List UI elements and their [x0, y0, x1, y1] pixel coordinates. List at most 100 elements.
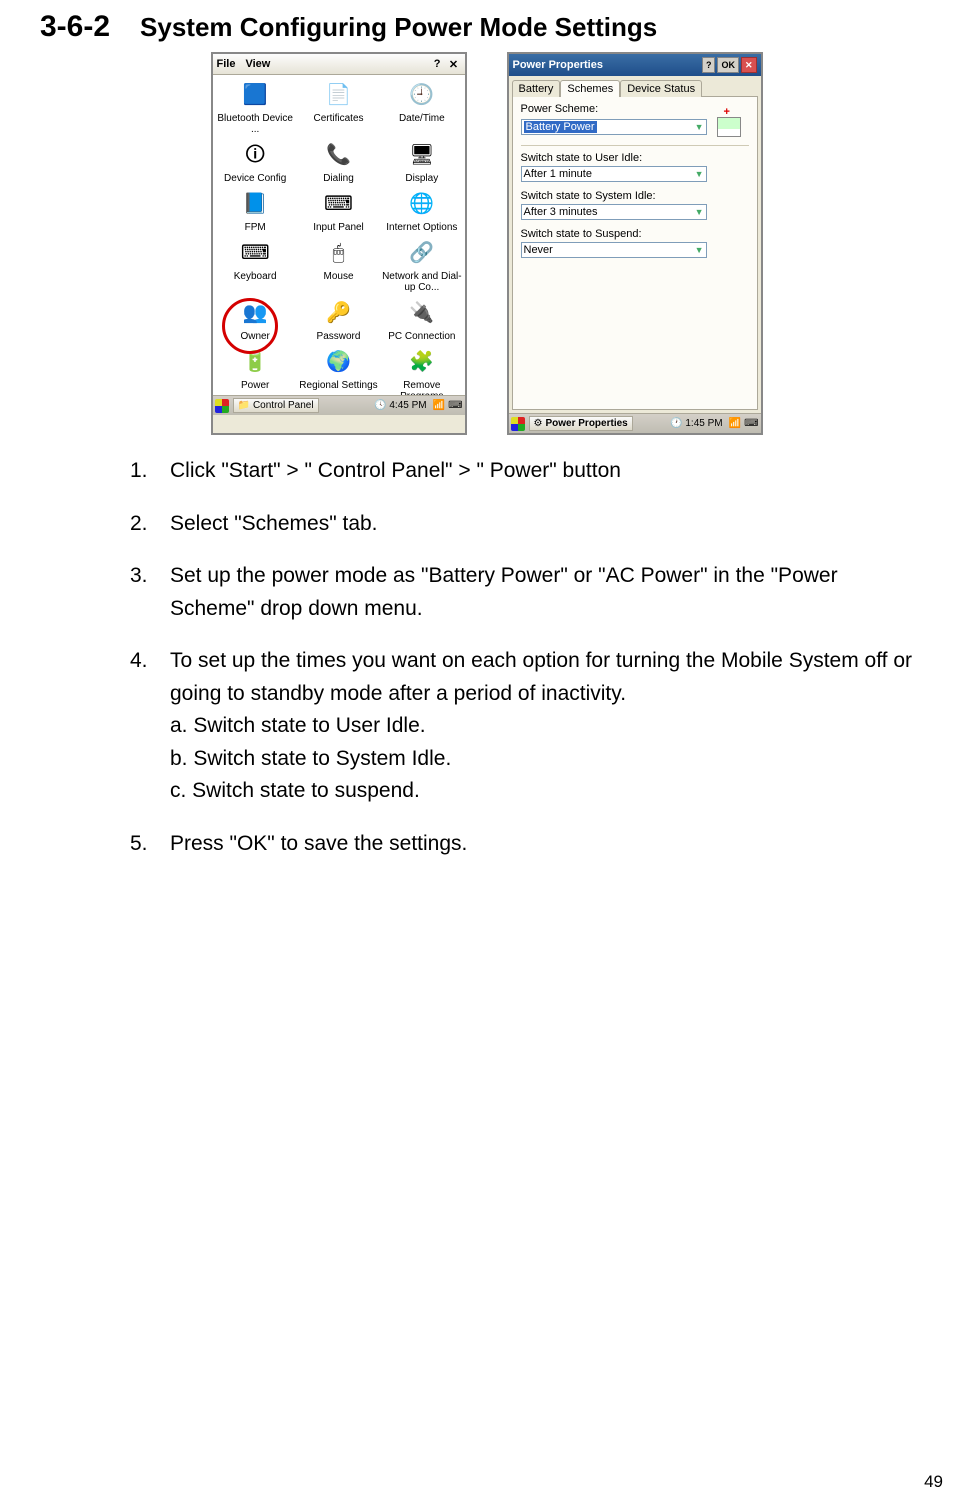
step-text: Select "Schemes" tab.	[170, 508, 913, 541]
help-button[interactable]: ?	[702, 57, 716, 73]
cp-item-datetime[interactable]: 🕘 Date/Time	[381, 79, 462, 135]
globe-icon: 🌐	[406, 188, 438, 220]
fpm-icon: 📘	[239, 188, 271, 220]
section-number: 3-6-2	[40, 10, 110, 44]
menu-view[interactable]: View	[245, 58, 270, 70]
globe-icon: 🌍	[322, 346, 354, 378]
mouse-icon: 🖱	[322, 237, 354, 269]
cp-item-power[interactable]: 🔋 Power	[215, 346, 296, 395]
taskbar-app[interactable]: 📁 Control Panel	[233, 398, 319, 413]
taskbar-app[interactable]: ⚙ Power Properties	[529, 416, 633, 431]
bluetooth-icon: 🟦	[239, 79, 271, 111]
cp-label: Display	[405, 173, 438, 184]
cp-label: Owner	[240, 331, 269, 342]
programs-icon: 🧩	[406, 346, 438, 378]
close-button[interactable]: ✕	[741, 57, 757, 73]
display-icon: 🖥	[406, 139, 438, 171]
cp-item-certificates[interactable]: 📄Certificates	[298, 79, 379, 135]
close-icon[interactable]: ✕	[447, 57, 461, 71]
battery-icon	[717, 117, 741, 137]
cp-item-pcconn[interactable]: 🔌PC Connection	[381, 297, 462, 342]
system-idle-value: After 3 minutes	[524, 206, 598, 218]
cp-label: Mouse	[323, 271, 353, 282]
system-idle-select[interactable]: After 3 minutes ▼	[521, 204, 707, 220]
step-sub-b: b. Switch state to System Idle.	[170, 743, 913, 776]
ok-button[interactable]: OK	[717, 57, 739, 73]
cp-label: Remove Programs	[381, 380, 462, 395]
menu-file[interactable]: File	[217, 58, 236, 70]
users-icon: 👥	[239, 297, 271, 329]
clock-icon: 🕘	[406, 79, 438, 111]
tray-icon[interactable]: 📶	[729, 418, 741, 429]
taskbar-app-label: Power Properties	[545, 418, 627, 429]
start-button[interactable]	[511, 417, 525, 431]
clock-text: 1:45 PM	[685, 418, 722, 429]
instruction-list: 1.Click "Start" > " Control Panel" > " P…	[40, 455, 933, 860]
start-button[interactable]	[215, 399, 229, 413]
system-tray: 📶⌨	[729, 418, 759, 429]
step-sub-c: c. Switch state to suspend.	[170, 775, 913, 808]
tab-battery[interactable]: Battery	[512, 80, 561, 97]
tray-icon[interactable]: ⌨	[744, 418, 758, 429]
phone-icon: 📞	[322, 139, 354, 171]
network-icon: 🔗	[406, 237, 438, 269]
cp-item-keyboard[interactable]: ⌨Keyboard	[215, 237, 296, 293]
taskbar-clock: 🕓 4:45 PM	[372, 400, 428, 411]
cp-item-internet[interactable]: 🌐 Internet Options	[381, 188, 462, 233]
cp-item-remove[interactable]: 🧩 Remove Programs	[381, 346, 462, 395]
step-number: 4.	[130, 645, 170, 808]
cp-item-bluetooth[interactable]: 🟦Bluetooth Device ...	[215, 79, 296, 135]
power-scheme-value: Battery Power	[524, 121, 597, 133]
step-text: Click "Start" > " Control Panel" > " Pow…	[170, 455, 913, 488]
chevron-down-icon: ▼	[695, 122, 704, 132]
help-icon[interactable]: ?	[434, 58, 441, 70]
control-panel-screenshot: File View ? ✕ 🟦Bluetooth Device ... 📄Cer…	[211, 52, 467, 435]
cp-label: Password	[317, 331, 361, 342]
keyboard-icon: ⌨	[239, 237, 271, 269]
tab-device-status[interactable]: Device Status	[620, 80, 702, 97]
cp-item-display[interactable]: 🖥 Display	[381, 139, 462, 184]
system-idle-label: Switch state to System Idle:	[521, 190, 749, 202]
chevron-down-icon: ▼	[695, 169, 704, 179]
cp-item-network[interactable]: 🔗Network and Dial-up Co...	[381, 237, 462, 293]
cp-item-regional[interactable]: 🌍 Regional Settings	[298, 346, 379, 395]
cp-label: Date/Time	[399, 113, 445, 124]
window-title: Power Properties	[513, 59, 603, 71]
step-number: 1.	[130, 455, 170, 488]
cp-item-deviceconfig[interactable]: 🛈Device Config	[215, 139, 296, 184]
step-sub-a: a. Switch state to User Idle.	[170, 710, 913, 743]
tray-icon[interactable]: ⌨	[448, 400, 462, 411]
suspend-select[interactable]: Never ▼	[521, 242, 707, 258]
plug-icon: 🔌	[406, 297, 438, 329]
cp-label: Internet Options	[386, 222, 457, 233]
cp-item-mouse[interactable]: 🖱 Mouse	[298, 237, 379, 293]
certificates-icon: 📄	[322, 79, 354, 111]
user-idle-select[interactable]: After 1 minute ▼	[521, 166, 707, 182]
cp-item-fpm[interactable]: 📘 FPM	[215, 188, 296, 233]
section-title: System Configuring Power Mode Settings	[140, 12, 657, 43]
step-number: 5.	[130, 828, 170, 861]
page-number: 49	[924, 1472, 943, 1492]
cp-label: Regional Settings	[299, 380, 377, 391]
step-text: Set up the power mode as "Battery Power"…	[170, 560, 913, 625]
power-scheme-select[interactable]: Battery Power ▼	[521, 119, 707, 135]
cp-item-inputpanel[interactable]: ⌨Input Panel	[298, 188, 379, 233]
suspend-label: Switch state to Suspend:	[521, 228, 749, 240]
cp-item-password[interactable]: 🔑Password	[298, 297, 379, 342]
step-number: 3.	[130, 560, 170, 625]
cp-item-owner[interactable]: 👥 Owner	[215, 297, 296, 342]
cp-label: FPM	[245, 222, 266, 233]
tray-icon[interactable]: 📶	[433, 400, 445, 411]
user-idle-value: After 1 minute	[524, 168, 592, 180]
taskbar-clock: 🕐 1:45 PM	[668, 418, 724, 429]
taskbar-app-label: Control Panel	[253, 400, 314, 411]
system-tray: 📶⌨	[433, 400, 463, 411]
cp-item-dialing[interactable]: 📞 Dialing	[298, 139, 379, 184]
divider	[521, 145, 749, 146]
chevron-down-icon: ▼	[695, 207, 704, 217]
cp-label: Input Panel	[313, 222, 364, 233]
cp-label: Dialing	[323, 173, 354, 184]
step-text: Press "OK" to save the settings.	[170, 828, 913, 861]
tab-schemes[interactable]: Schemes	[560, 80, 620, 97]
step-main: To set up the times you want on each opt…	[170, 645, 913, 710]
